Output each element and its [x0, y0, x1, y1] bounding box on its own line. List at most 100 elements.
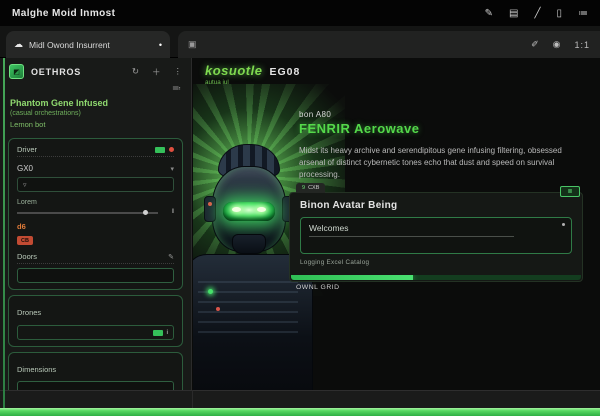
card-tab-number: 9 [302, 185, 306, 191]
battery-icon: ▯ [556, 7, 562, 19]
settings-box-drones: Drones i [8, 295, 183, 347]
card-tab-text: CXB [308, 185, 320, 191]
pen-icon[interactable]: ✎ [485, 8, 493, 19]
character-info: bon A80 FENRIR Aerowave Midst its heavy … [299, 110, 585, 181]
dimensions-input[interactable] [17, 381, 174, 390]
filter-icon[interactable]: ≕ [172, 83, 181, 94]
card-hint: Logging Excel Catalog [300, 259, 370, 266]
card-title: Binon Avatar Being [300, 200, 398, 211]
meter-icon[interactable]: ≔ [578, 8, 588, 19]
slider-track [17, 212, 159, 214]
document-icon[interactable]: ▤ [509, 8, 518, 19]
character-description: Midst its heavy archive and serendipitou… [299, 146, 562, 179]
driver-label: Driver [17, 145, 37, 154]
app-logo-text: kosuotle [205, 63, 263, 78]
progress-fill [291, 275, 413, 280]
window-title: Malghe Moid Inmost [12, 7, 116, 19]
record-icon[interactable]: ◉ [553, 39, 561, 50]
app-window: Malghe Moid Inmost ✎ ▤ ╱ ▯ ≔ ☁ Midl Owon… [0, 0, 600, 416]
brand-name: OETHROS [31, 66, 82, 77]
tab-modified-dot: • [158, 39, 162, 50]
character-name: FENRIR Aerowave [299, 121, 420, 136]
brand-logo-icon: ◩ [9, 64, 24, 79]
message-input[interactable]: Welcomes [300, 217, 572, 254]
drones-label: Drones [17, 308, 42, 317]
pen-small-icon[interactable]: ✐ [531, 39, 539, 50]
ear-red-light [208, 202, 212, 206]
kebab-menu-icon[interactable]: ⋮ [174, 66, 183, 78]
character-kicker: bon A80 [299, 110, 332, 119]
sidebar-accent-line [3, 58, 5, 408]
input-corner-dot [562, 223, 565, 226]
tab-title: Midl Owond Insurrent [29, 39, 110, 50]
drones-info: i [166, 329, 168, 336]
model-row[interactable]: GX0 ▾ [17, 164, 174, 173]
chest-green-light [208, 289, 213, 294]
logo-row: kosuotle EG08 [205, 63, 600, 78]
slash-icon[interactable]: ╱ [534, 8, 540, 19]
title-bar: Malghe Moid Inmost ✎ ▤ ╱ ▯ ≔ [0, 0, 600, 26]
model-select[interactable]: ▿ [17, 177, 174, 192]
value-slider[interactable]: ‖ [17, 209, 174, 216]
input-underline [309, 236, 514, 237]
browser-tab[interactable]: ☁ Midl Owond Insurrent • [6, 31, 170, 58]
tab-bar: ☁ Midl Owond Insurrent • ▣ ✐ ◉ 1:1 [0, 26, 600, 58]
plus-icon[interactable]: ＋ [152, 66, 161, 78]
select-chevron-icon: ▿ [23, 181, 27, 189]
input-placeholder: Welcomes [309, 223, 349, 233]
doors-input[interactable] [17, 268, 174, 283]
dimensions-label: Dimensions [17, 365, 57, 374]
driver-field[interactable]: Driver [17, 145, 174, 157]
drones-badge-green [152, 329, 163, 336]
sidebar-intro: Phantom Gene Infused (casual orchestrati… [0, 96, 191, 133]
settings-box-dimensions: Dimensions [8, 352, 183, 390]
visor-eye-left [232, 207, 241, 212]
dice-label: d6 [17, 222, 26, 231]
app-logo-tagline: autua iul [205, 79, 229, 86]
chat-card: 9 CXB ≣ Binon Avatar Being Welcomes Logg… [289, 183, 583, 282]
toolbar-right-icons: ✐ ◉ 1:1 [531, 39, 590, 50]
filter-row: ≕ [0, 83, 191, 96]
sidebar: ◩ OETHROS ↻ ＋ ⋮ ≕ Phantom Gene Infused (… [0, 58, 192, 390]
slider-end-marks: ‖ [171, 209, 174, 215]
cb-badge: CB [17, 236, 33, 245]
intro-title: Phantom Gene Infused [10, 98, 109, 108]
status-dot-red [169, 147, 174, 152]
drones-row[interactable]: i [17, 325, 174, 340]
status-badge-green [155, 146, 165, 153]
app-logo-suffix: EG08 [269, 66, 301, 78]
cloud-icon: ☁ [14, 39, 23, 49]
chest-lines [198, 281, 298, 341]
below-card-label: OWNL GRID [296, 284, 340, 291]
intro-byline: Lemon bot [10, 120, 46, 129]
chest-red-light [216, 307, 220, 311]
helmet-visor [223, 202, 275, 221]
scale-label: 1:1 [574, 39, 590, 50]
toolbar-pane: ▣ ✐ ◉ 1:1 [178, 31, 600, 58]
helmet-jaw [232, 234, 266, 254]
bottom-green-bar [0, 408, 600, 416]
sidebar-header: ◩ OETHROS ↻ ＋ ⋮ [0, 58, 191, 83]
card-mini-tab[interactable]: 9 CXB [296, 183, 326, 193]
card-corner-badge-icon[interactable]: ≣ [560, 186, 580, 197]
sidebar-header-icons: ↻ ＋ ⋮ [132, 66, 182, 78]
model-value: GX0 [17, 164, 34, 173]
panel-icon[interactable]: ▣ [188, 39, 197, 50]
visor-eye-right [257, 207, 266, 212]
progress-bar [291, 275, 581, 280]
main-content: kosuotle EG08 autua iul bon A80 FENRIR A… [193, 58, 600, 390]
edit-icon[interactable]: ✎ [168, 253, 174, 261]
footer-divider [192, 390, 193, 408]
chevron-down-icon: ▾ [170, 165, 174, 173]
doors-label: Doors [17, 252, 38, 261]
main-header: kosuotle EG08 autua iul [193, 58, 600, 86]
intro-subtitle: (casual orchestrations) [10, 110, 81, 117]
helmet-ear-left [204, 196, 216, 222]
footer-strip [0, 390, 600, 408]
refresh-icon[interactable]: ↻ [132, 66, 139, 78]
settings-box-driver: Driver GX0 ▾ ▿ Lorem ‖ d6 CB Doors ✎ [8, 138, 183, 290]
doors-field[interactable]: Doors ✎ [17, 252, 174, 264]
titlebar-icons: ✎ ▤ ╱ ▯ ≔ [485, 8, 588, 19]
slider-label: Lorem [17, 199, 37, 206]
slider-knob[interactable] [142, 210, 148, 215]
